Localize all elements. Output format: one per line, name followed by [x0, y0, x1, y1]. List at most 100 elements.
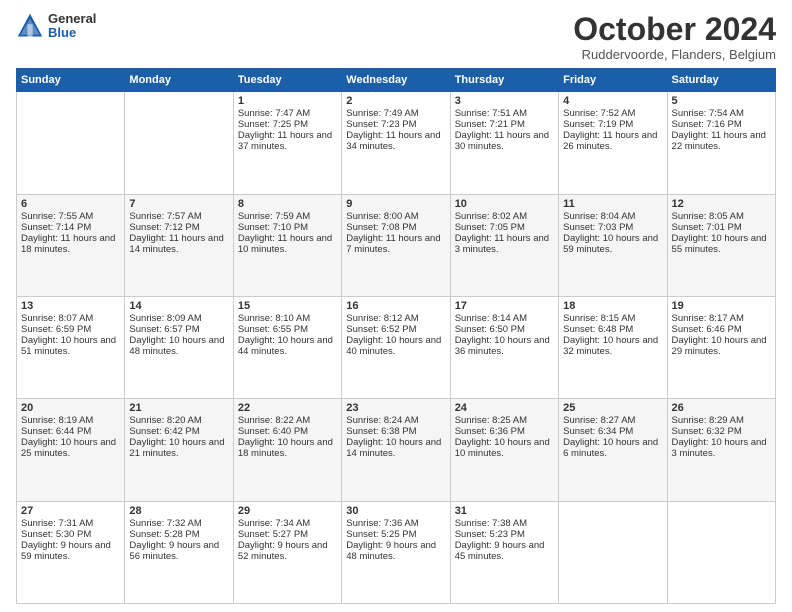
- daylight-text: Daylight: 10 hours and 29 minutes.: [672, 335, 767, 357]
- daylight-text: Daylight: 10 hours and 44 minutes.: [238, 335, 333, 357]
- sunrise-text: Sunrise: 8:00 AM: [346, 211, 418, 222]
- cell-w5-d3: 30Sunrise: 7:36 AMSunset: 5:25 PMDayligh…: [342, 501, 450, 603]
- sunset-text: Sunset: 7:19 PM: [563, 119, 633, 130]
- cell-w4-d5: 25Sunrise: 8:27 AMSunset: 6:34 PMDayligh…: [559, 399, 667, 501]
- day-number: 7: [129, 198, 228, 210]
- cell-w1-d4: 3Sunrise: 7:51 AMSunset: 7:21 PMDaylight…: [450, 92, 558, 194]
- sunset-text: Sunset: 5:28 PM: [129, 529, 199, 540]
- sunrise-text: Sunrise: 7:57 AM: [129, 211, 201, 222]
- sunset-text: Sunset: 5:25 PM: [346, 529, 416, 540]
- sunrise-text: Sunrise: 8:09 AM: [129, 313, 201, 324]
- day-number: 1: [238, 95, 337, 107]
- cell-w2-d0: 6Sunrise: 7:55 AMSunset: 7:14 PMDaylight…: [17, 194, 125, 296]
- sunrise-text: Sunrise: 8:25 AM: [455, 415, 527, 426]
- cell-w4-d6: 26Sunrise: 8:29 AMSunset: 6:32 PMDayligh…: [667, 399, 775, 501]
- title-block: October 2024 Ruddervoorde, Flanders, Bel…: [573, 12, 776, 62]
- day-number: 16: [346, 300, 445, 312]
- sunrise-text: Sunrise: 8:19 AM: [21, 415, 93, 426]
- day-number: 23: [346, 402, 445, 414]
- day-number: 4: [563, 95, 662, 107]
- sunset-text: Sunset: 6:36 PM: [455, 426, 525, 437]
- day-number: 10: [455, 198, 554, 210]
- sunrise-text: Sunrise: 7:47 AM: [238, 108, 310, 119]
- sunset-text: Sunset: 7:12 PM: [129, 222, 199, 233]
- month-title: October 2024: [573, 12, 776, 47]
- sunrise-text: Sunrise: 7:32 AM: [129, 518, 201, 529]
- daylight-text: Daylight: 10 hours and 32 minutes.: [563, 335, 658, 357]
- daylight-text: Daylight: 10 hours and 10 minutes.: [455, 437, 550, 459]
- cell-w2-d3: 9Sunrise: 8:00 AMSunset: 7:08 PMDaylight…: [342, 194, 450, 296]
- calendar-table: Sunday Monday Tuesday Wednesday Thursday…: [16, 68, 776, 604]
- cell-w5-d1: 28Sunrise: 7:32 AMSunset: 5:28 PMDayligh…: [125, 501, 233, 603]
- day-number: 24: [455, 402, 554, 414]
- location-subtitle: Ruddervoorde, Flanders, Belgium: [573, 47, 776, 62]
- page: General Blue October 2024 Ruddervoorde, …: [0, 0, 792, 612]
- cell-w5-d4: 31Sunrise: 7:38 AMSunset: 5:23 PMDayligh…: [450, 501, 558, 603]
- day-number: 6: [21, 198, 120, 210]
- week-row-3: 13Sunrise: 8:07 AMSunset: 6:59 PMDayligh…: [17, 296, 776, 398]
- day-number: 12: [672, 198, 771, 210]
- cell-w4-d0: 20Sunrise: 8:19 AMSunset: 6:44 PMDayligh…: [17, 399, 125, 501]
- sunset-text: Sunset: 7:14 PM: [21, 222, 91, 233]
- weekday-header-row: Sunday Monday Tuesday Wednesday Thursday…: [17, 69, 776, 92]
- col-tuesday: Tuesday: [233, 69, 341, 92]
- logo-icon: [16, 12, 44, 40]
- day-number: 13: [21, 300, 120, 312]
- daylight-text: Daylight: 10 hours and 48 minutes.: [129, 335, 224, 357]
- sunrise-text: Sunrise: 8:12 AM: [346, 313, 418, 324]
- sunrise-text: Sunrise: 7:55 AM: [21, 211, 93, 222]
- logo: General Blue: [16, 12, 96, 41]
- col-thursday: Thursday: [450, 69, 558, 92]
- sunset-text: Sunset: 5:27 PM: [238, 529, 308, 540]
- daylight-text: Daylight: 9 hours and 48 minutes.: [346, 540, 436, 562]
- sunrise-text: Sunrise: 8:17 AM: [672, 313, 744, 324]
- daylight-text: Daylight: 11 hours and 10 minutes.: [238, 233, 332, 255]
- sunset-text: Sunset: 6:38 PM: [346, 426, 416, 437]
- cell-w4-d2: 22Sunrise: 8:22 AMSunset: 6:40 PMDayligh…: [233, 399, 341, 501]
- day-number: 5: [672, 95, 771, 107]
- daylight-text: Daylight: 11 hours and 30 minutes.: [455, 130, 549, 152]
- sunset-text: Sunset: 6:50 PM: [455, 324, 525, 335]
- logo-blue-text: Blue: [48, 26, 96, 40]
- header: General Blue October 2024 Ruddervoorde, …: [16, 12, 776, 62]
- sunset-text: Sunset: 7:21 PM: [455, 119, 525, 130]
- daylight-text: Daylight: 11 hours and 34 minutes.: [346, 130, 440, 152]
- daylight-text: Daylight: 11 hours and 37 minutes.: [238, 130, 332, 152]
- cell-w5-d2: 29Sunrise: 7:34 AMSunset: 5:27 PMDayligh…: [233, 501, 341, 603]
- sunset-text: Sunset: 6:48 PM: [563, 324, 633, 335]
- cell-w1-d5: 4Sunrise: 7:52 AMSunset: 7:19 PMDaylight…: [559, 92, 667, 194]
- sunrise-text: Sunrise: 7:51 AM: [455, 108, 527, 119]
- sunset-text: Sunset: 6:44 PM: [21, 426, 91, 437]
- sunset-text: Sunset: 6:42 PM: [129, 426, 199, 437]
- daylight-text: Daylight: 10 hours and 14 minutes.: [346, 437, 441, 459]
- cell-w4-d1: 21Sunrise: 8:20 AMSunset: 6:42 PMDayligh…: [125, 399, 233, 501]
- cell-w5-d0: 27Sunrise: 7:31 AMSunset: 5:30 PMDayligh…: [17, 501, 125, 603]
- cell-w3-d1: 14Sunrise: 8:09 AMSunset: 6:57 PMDayligh…: [125, 296, 233, 398]
- cell-w1-d6: 5Sunrise: 7:54 AMSunset: 7:16 PMDaylight…: [667, 92, 775, 194]
- day-number: 8: [238, 198, 337, 210]
- daylight-text: Daylight: 9 hours and 45 minutes.: [455, 540, 545, 562]
- sunrise-text: Sunrise: 7:52 AM: [563, 108, 635, 119]
- day-number: 17: [455, 300, 554, 312]
- daylight-text: Daylight: 11 hours and 3 minutes.: [455, 233, 549, 255]
- sunrise-text: Sunrise: 7:38 AM: [455, 518, 527, 529]
- cell-w3-d6: 19Sunrise: 8:17 AMSunset: 6:46 PMDayligh…: [667, 296, 775, 398]
- day-number: 26: [672, 402, 771, 414]
- cell-w5-d6: [667, 501, 775, 603]
- sunrise-text: Sunrise: 8:15 AM: [563, 313, 635, 324]
- daylight-text: Daylight: 10 hours and 6 minutes.: [563, 437, 658, 459]
- cell-w4-d4: 24Sunrise: 8:25 AMSunset: 6:36 PMDayligh…: [450, 399, 558, 501]
- day-number: 18: [563, 300, 662, 312]
- day-number: 31: [455, 505, 554, 517]
- sunset-text: Sunset: 6:59 PM: [21, 324, 91, 335]
- sunset-text: Sunset: 7:10 PM: [238, 222, 308, 233]
- sunset-text: Sunset: 6:46 PM: [672, 324, 742, 335]
- sunrise-text: Sunrise: 7:36 AM: [346, 518, 418, 529]
- daylight-text: Daylight: 11 hours and 22 minutes.: [672, 130, 766, 152]
- week-row-5: 27Sunrise: 7:31 AMSunset: 5:30 PMDayligh…: [17, 501, 776, 603]
- sunset-text: Sunset: 6:34 PM: [563, 426, 633, 437]
- day-number: 28: [129, 505, 228, 517]
- sunset-text: Sunset: 7:05 PM: [455, 222, 525, 233]
- day-number: 20: [21, 402, 120, 414]
- week-row-4: 20Sunrise: 8:19 AMSunset: 6:44 PM Dayligh…: [17, 399, 776, 501]
